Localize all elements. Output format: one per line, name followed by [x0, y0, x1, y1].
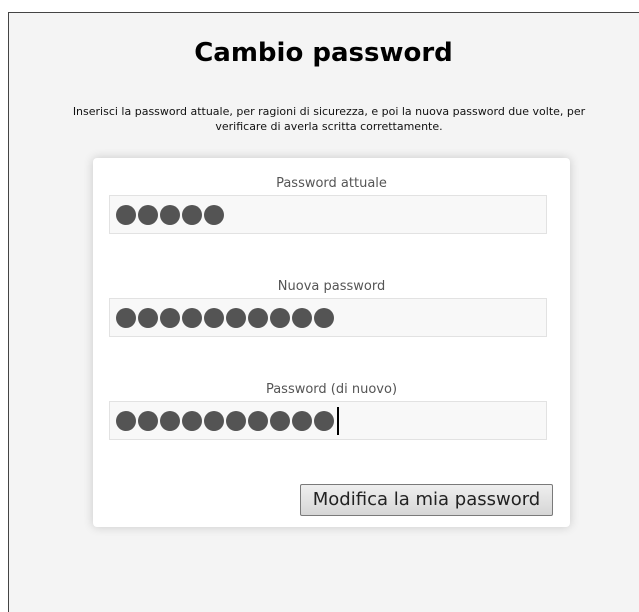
password-change-form: Password attuale Nuova password Password…: [93, 158, 570, 527]
password-mask-dot: [314, 307, 334, 328]
new-password-label: Nuova password: [277, 279, 386, 294]
password-mask-dot: [248, 410, 268, 431]
password-mask-dot: [270, 307, 290, 328]
password-mask-dot: [248, 307, 268, 328]
current-password-field[interactable]: [109, 195, 547, 234]
password-mask-dot: [292, 307, 312, 328]
password-mask-dot: [160, 204, 180, 225]
password-mask-dot: [160, 307, 180, 328]
confirm-password-label: Password (di nuovo): [265, 382, 398, 397]
password-mask-dot: [270, 410, 290, 431]
text-cursor: [337, 406, 339, 435]
current-password-label: Password attuale: [276, 176, 387, 191]
password-mask-dot: [204, 410, 224, 431]
password-mask-dot: [314, 410, 334, 431]
password-mask-dot: [226, 307, 246, 328]
intro-text: Inserisci la password attuale, per ragio…: [72, 105, 586, 133]
password-mask-dot: [182, 204, 202, 225]
page-title: Cambio password: [194, 38, 453, 68]
password-mask-dot: [182, 410, 202, 431]
password-mask-dot: [116, 307, 136, 328]
password-mask-dot: [226, 410, 246, 431]
password-mask-dot: [138, 204, 158, 225]
password-mask-dot: [182, 307, 202, 328]
password-mask-dot: [138, 410, 158, 431]
new-password-field[interactable]: [109, 298, 547, 337]
password-mask-dot: [160, 410, 180, 431]
password-mask-dot: [204, 307, 224, 328]
password-mask-dot: [138, 307, 158, 328]
change-password-button[interactable]: Modifica la mia password: [300, 484, 553, 516]
password-mask-dot: [116, 410, 136, 431]
password-mask-dot: [292, 410, 312, 431]
password-mask-dot: [204, 204, 224, 225]
password-mask-dot: [116, 204, 136, 225]
confirm-password-field[interactable]: [109, 401, 547, 440]
